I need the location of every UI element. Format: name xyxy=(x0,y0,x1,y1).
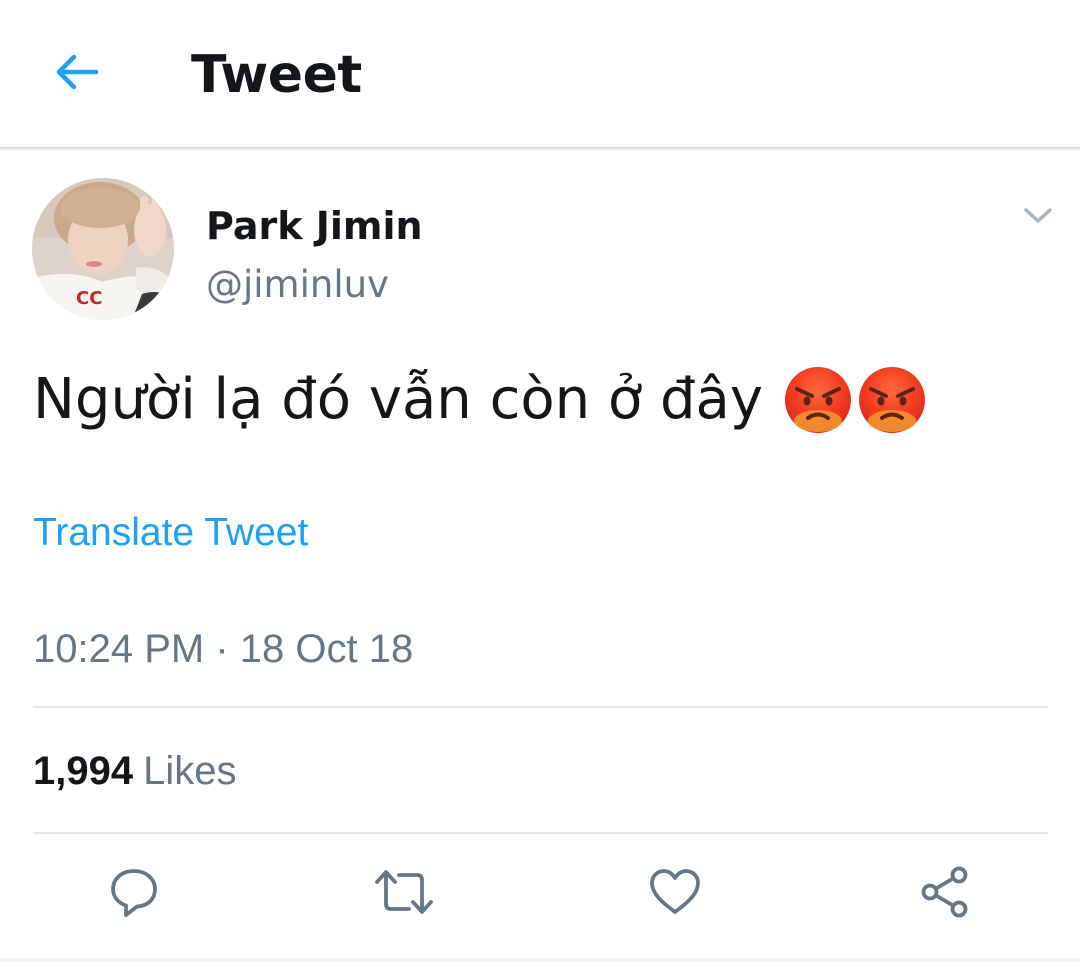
back-button[interactable] xyxy=(44,46,108,102)
author-display-name[interactable]: Park Jimin xyxy=(206,202,423,250)
angry-face-icon xyxy=(857,365,927,435)
heart-icon xyxy=(647,864,703,924)
tweet-body: Người lạ đó vẫn còn ở đây xyxy=(33,360,927,440)
page-title: Tweet xyxy=(191,45,362,105)
svg-text:CC: CC xyxy=(76,288,102,309)
tweet-menu-button[interactable] xyxy=(1014,198,1062,238)
chevron-down-icon xyxy=(1023,206,1053,230)
tweet-detail-screen: Tweet CC Park Jimin @jiminluv Người lạ đ… xyxy=(0,0,1080,962)
angry-face-icon xyxy=(783,365,853,435)
reply-icon xyxy=(106,864,162,924)
tweet-timestamp: 10:24 PM · 18 Oct 18 xyxy=(33,627,414,671)
reply-button[interactable] xyxy=(102,862,166,926)
likes-count: 1,994 xyxy=(33,749,134,793)
author-handle[interactable]: @jiminluv xyxy=(206,262,389,308)
bottom-edge xyxy=(0,958,1080,962)
retweet-button[interactable] xyxy=(372,862,436,926)
likes-label: Likes xyxy=(143,749,237,793)
share-icon xyxy=(917,864,973,924)
likes-stat[interactable]: 1,994 Likes xyxy=(33,745,237,797)
translate-tweet-link[interactable]: Translate Tweet xyxy=(33,508,308,558)
avatar[interactable]: CC xyxy=(32,178,174,320)
divider xyxy=(33,832,1048,834)
like-button[interactable] xyxy=(643,862,707,926)
tweet-text: Người lạ đó vẫn còn ở đây xyxy=(33,367,763,432)
share-button[interactable] xyxy=(913,862,977,926)
profile-photo: CC xyxy=(32,178,174,320)
divider xyxy=(33,706,1048,708)
header-divider xyxy=(0,147,1080,152)
back-arrow-icon xyxy=(52,52,100,96)
retweet-icon xyxy=(373,864,435,924)
top-app-bar: Tweet xyxy=(0,0,1080,147)
